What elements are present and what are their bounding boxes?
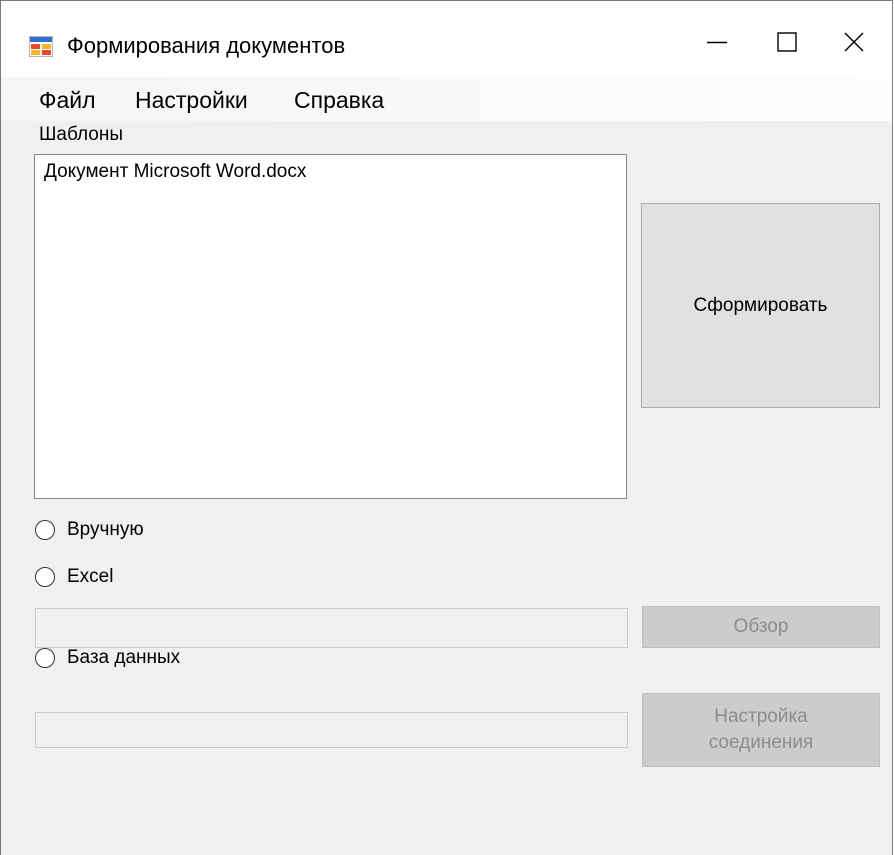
menu-settings[interactable]: Настройки xyxy=(135,87,248,114)
radio-excel-label: Excel xyxy=(67,566,114,587)
maximize-icon xyxy=(777,32,797,52)
menu-file[interactable]: Файл xyxy=(39,87,96,114)
menu-help[interactable]: Справка xyxy=(294,87,384,114)
radio-circle[interactable] xyxy=(35,648,55,668)
close-button[interactable] xyxy=(814,11,894,73)
browse-button[interactable]: Обзор xyxy=(642,606,880,648)
excel-path-input[interactable] xyxy=(35,608,628,648)
generate-button[interactable]: Сформировать xyxy=(641,203,880,408)
db-connection-input[interactable] xyxy=(35,712,628,748)
radio-excel[interactable]: Excel xyxy=(35,564,113,590)
templates-listbox[interactable]: Документ Microsoft Word.docx xyxy=(34,154,627,499)
radio-database-label: База данных xyxy=(67,647,181,668)
close-icon xyxy=(844,32,864,52)
minimize-button[interactable] xyxy=(677,11,757,73)
radio-database[interactable]: База данных xyxy=(35,645,180,671)
menu-bar: Файл Настройки Справка xyxy=(1,77,892,121)
title-bar[interactable]: Формирования документов xyxy=(1,1,892,77)
app-form-icon xyxy=(29,36,53,57)
minimize-icon xyxy=(707,41,727,44)
radio-manual-label: Вручную xyxy=(67,519,144,540)
connection-settings-button[interactable]: Настройка соединения xyxy=(642,693,880,767)
list-item[interactable]: Документ Microsoft Word.docx xyxy=(44,161,306,183)
window-title: Формирования документов xyxy=(67,33,346,58)
radio-circle[interactable] xyxy=(35,567,55,587)
main-window: Формирования документов Файл Настройки С… xyxy=(0,0,893,855)
templates-label: Шаблоны xyxy=(39,124,124,145)
radio-circle[interactable] xyxy=(35,520,55,540)
radio-manual[interactable]: Вручную xyxy=(35,517,144,543)
